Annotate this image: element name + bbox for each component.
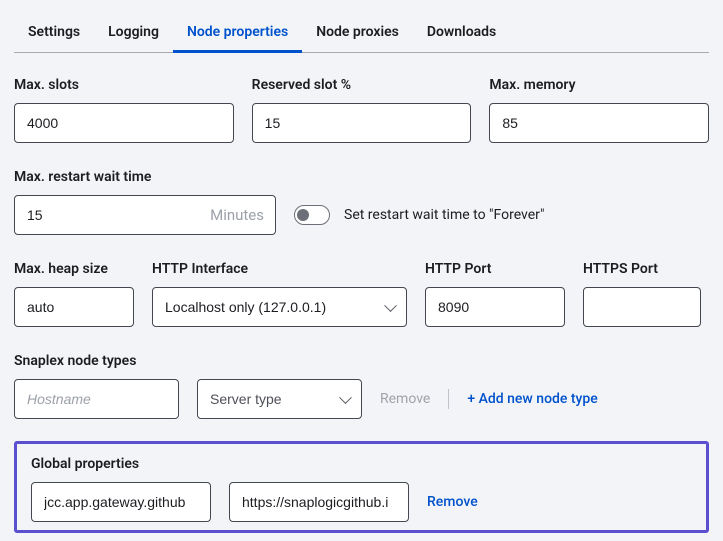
http-port-input[interactable] [425,287,565,327]
snaplex-section: Snaplex node types Server type Remove + … [14,353,709,419]
global-properties-label: Global properties [31,456,692,472]
tab-node-properties[interactable]: Node properties [173,14,302,52]
divider [448,389,449,409]
global-prop-value-input[interactable] [229,482,409,522]
add-node-type-link[interactable]: + Add new node type [467,391,597,407]
max-slots-label: Max. slots [14,77,234,93]
tab-logging[interactable]: Logging [94,14,173,52]
restart-wait-input[interactable] [14,195,276,235]
max-slots-input[interactable] [14,103,234,143]
form-row-1: Max. slots Reserved slot % Max. memory [14,77,709,143]
form-row-3: Max. heap size HTTP Interface Localhost … [14,261,709,327]
form-row-2: Max. restart wait time Minutes Set resta… [14,169,709,235]
global-properties-section: Global properties Remove [14,441,709,533]
https-port-label: HTTPS Port [583,261,701,277]
max-memory-input[interactable] [489,103,709,143]
max-heap-label: Max. heap size [14,261,134,277]
tabs-bar: Settings Logging Node properties Node pr… [14,14,709,53]
reserved-slot-label: Reserved slot % [252,77,472,93]
tab-node-proxies[interactable]: Node proxies [302,14,413,52]
https-port-input[interactable] [583,287,701,327]
snaplex-hostname-input[interactable] [14,379,179,419]
snaplex-remove-disabled: Remove [380,391,430,407]
reserved-slot-input[interactable] [252,103,472,143]
global-prop-remove-link[interactable]: Remove [427,494,478,510]
snaplex-label: Snaplex node types [14,353,709,369]
max-heap-input[interactable] [14,287,134,327]
tab-downloads[interactable]: Downloads [413,14,510,52]
global-prop-key-input[interactable] [31,482,211,522]
restart-wait-label: Max. restart wait time [14,169,276,185]
http-interface-select[interactable]: Localhost only (127.0.0.1) [152,287,407,327]
max-memory-label: Max. memory [489,77,709,93]
tab-settings[interactable]: Settings [14,14,94,52]
http-interface-label: HTTP Interface [152,261,407,277]
restart-forever-label: Set restart wait time to "Forever" [344,207,545,223]
restart-forever-toggle[interactable] [294,205,330,225]
snaplex-server-type-select[interactable]: Server type [197,379,362,419]
http-port-label: HTTP Port [425,261,565,277]
